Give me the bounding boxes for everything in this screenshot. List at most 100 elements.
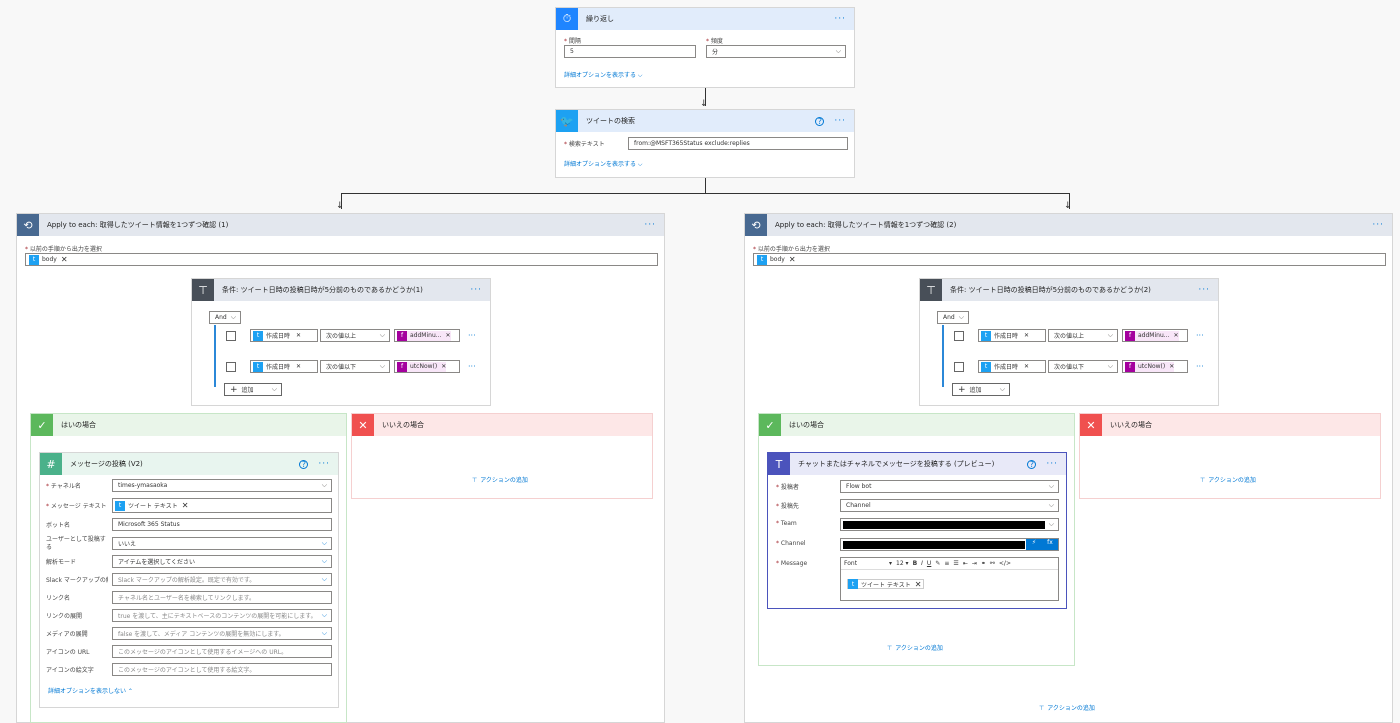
row-checkbox[interactable]: [954, 362, 964, 372]
yes1-header[interactable]: ✓ はいの場合: [31, 414, 346, 436]
row-checkbox[interactable]: [954, 331, 964, 341]
more-options-icon[interactable]: ···: [468, 362, 476, 371]
advanced-options-link[interactable]: 詳細オプションを表示する ⌵: [564, 70, 642, 80]
select-output-input[interactable]: t body ✕: [25, 253, 658, 266]
row1-left-operand[interactable]: t 作成日時 ✕: [250, 329, 318, 342]
outdent-icon[interactable]: ⇤: [963, 560, 968, 567]
add-action-button[interactable]: ⊤ アクションの追加: [1200, 475, 1256, 484]
and-select[interactable]: And ⌵: [209, 311, 241, 324]
more-options-icon[interactable]: ···: [468, 331, 476, 340]
hide-advanced-link[interactable]: 詳細オプションを表示しない ⌃: [48, 686, 133, 695]
indent-icon[interactable]: ⇥: [972, 560, 977, 567]
icon-emoji-input[interactable]: このメッセージのアイコンとして使用する絵文字。: [112, 663, 332, 676]
add-action-button[interactable]: ⊤ アクションの追加: [887, 643, 943, 652]
condition2-header[interactable]: ⊤ 条件: ツイート日時の投稿日時が5分前のものであるかどうか(2) ···: [920, 279, 1218, 301]
font-select[interactable]: Font ▾: [844, 560, 892, 567]
row2-left-operand[interactable]: t 作成日時 ✕: [250, 360, 318, 373]
as-user-select[interactable]: いいえ ⌵: [112, 537, 332, 550]
close-icon[interactable]: ✕: [1024, 363, 1029, 370]
condition1-header[interactable]: ⊤ 条件: ツイート日時の投稿日時が5分前のものであるかどうか(1) ···: [192, 279, 490, 301]
row1-operator-select[interactable]: 次の値以上 ⌵: [320, 329, 390, 342]
font-size-select[interactable]: 12 ▾: [896, 560, 909, 567]
row1-left-operand[interactable]: t 作成日時 ✕: [978, 329, 1046, 342]
poster-select[interactable]: Flow bot ⌵: [840, 480, 1059, 493]
close-icon[interactable]: ✕: [296, 363, 301, 370]
recurrence-header[interactable]: ⏱ 繰り返し ···: [556, 8, 854, 30]
italic-icon[interactable]: I: [921, 560, 923, 567]
icon-url-input[interactable]: このメッセージのアイコンとして使用するイメージへの URL。: [112, 645, 332, 658]
row2-operator-select[interactable]: 次の値以下 ⌵: [320, 360, 390, 373]
numbered-list-icon[interactable]: ≡: [944, 560, 949, 567]
close-icon[interactable]: ✕: [182, 501, 189, 510]
row2-operator-select[interactable]: 次の値以下 ⌵: [1048, 360, 1118, 373]
post-in-select[interactable]: Channel ⌵: [840, 499, 1059, 512]
help-icon[interactable]: ?: [1027, 459, 1037, 469]
more-options-icon[interactable]: ···: [1196, 331, 1204, 340]
parse-mode-select[interactable]: アイテムを選択してください ⌵: [112, 555, 332, 568]
and-select[interactable]: And ⌵: [937, 311, 969, 324]
more-options-icon[interactable]: ···: [318, 459, 338, 469]
slack-header[interactable]: # メッセージの投稿 (V2) ? ···: [40, 453, 338, 475]
more-options-icon[interactable]: ···: [644, 220, 664, 230]
close-icon[interactable]: ✕: [1173, 332, 1178, 339]
close-icon[interactable]: ✕: [441, 363, 446, 370]
row2-left-operand[interactable]: t 作成日時 ✕: [978, 360, 1046, 373]
close-icon[interactable]: ✕: [61, 255, 68, 264]
pen-icon[interactable]: ✎: [935, 560, 940, 567]
close-icon[interactable]: ✕: [1024, 332, 1029, 339]
close-icon[interactable]: ✕: [789, 255, 796, 264]
advanced-options-link[interactable]: 詳細オプションを表示する ⌵: [564, 159, 642, 169]
row2-right-operand[interactable]: f utcNow() ✕: [1122, 360, 1188, 373]
bold-icon[interactable]: B: [913, 560, 918, 567]
more-options-icon[interactable]: ···: [1372, 220, 1392, 230]
more-options-icon[interactable]: ···: [1196, 362, 1204, 371]
help-icon[interactable]: ?: [815, 116, 825, 126]
close-icon[interactable]: ✕: [296, 332, 301, 339]
select-output-input[interactable]: t body ✕: [753, 253, 1386, 266]
bot-name-input[interactable]: Microsoft 365 Status: [112, 518, 332, 531]
channel-select[interactable]: times-ymasaoka ⌵: [112, 479, 332, 492]
loop2-header[interactable]: ⟲ Apply to each: 取得したツイート情報を1つずつ確認 (2) ·…: [745, 214, 1392, 236]
frequency-select[interactable]: 分 ⌵: [706, 45, 846, 58]
bullet-list-icon[interactable]: ☰: [953, 560, 958, 567]
search-text-input[interactable]: from:@MSFT365Status exclude:replies: [628, 137, 848, 150]
help-icon[interactable]: ?: [299, 459, 309, 469]
close-icon[interactable]: ✕: [445, 332, 450, 339]
row-checkbox[interactable]: [226, 362, 236, 372]
row1-right-operand[interactable]: f addMinu... ✕: [394, 329, 460, 342]
bottom-add-action-button[interactable]: ⊤ アクションの追加: [1039, 703, 1095, 712]
row-checkbox[interactable]: [226, 331, 236, 341]
message-text-input[interactable]: t ツイート テキスト ✕: [112, 498, 332, 513]
code-icon[interactable]: </>: [999, 560, 1011, 567]
teams-header[interactable]: T チャットまたはチャネルでメッセージを投稿する (プレビュー) ? ···: [768, 453, 1066, 475]
yes2-header[interactable]: ✓ はいの場合: [759, 414, 1074, 436]
close-icon[interactable]: ✕: [915, 580, 922, 589]
add-row-button[interactable]: + 追加 ⌵: [224, 383, 282, 396]
more-options-icon[interactable]: ···: [1046, 459, 1066, 469]
more-options-icon[interactable]: ···: [470, 285, 490, 295]
mrkdwn-select[interactable]: Slack マークアップの解析設定。既定で有効です。 ⌵: [112, 573, 332, 586]
search-header[interactable]: 🐦 ツイートの検索 ? ···: [556, 110, 854, 132]
no2-header[interactable]: ✕ いいえの場合: [1080, 414, 1380, 436]
row1-right-operand[interactable]: f addMinu... ✕: [1122, 329, 1188, 342]
more-options-icon[interactable]: ···: [1198, 285, 1218, 295]
more-options-icon[interactable]: ···: [834, 116, 854, 126]
more-options-icon[interactable]: ···: [834, 14, 854, 24]
row2-right-operand[interactable]: f utcNow() ✕: [394, 360, 460, 373]
unfurl-links-select[interactable]: true を渡して、主にテキストベースのコンテンツの展開を可能にします。 ⌵: [112, 609, 332, 622]
dynamic-content-icon[interactable]: ⚡: [1026, 539, 1042, 550]
add-row-button[interactable]: + 追加 ⌵: [952, 383, 1010, 396]
row1-operator-select[interactable]: 次の値以上 ⌵: [1048, 329, 1118, 342]
link-names-input[interactable]: チャネル名とユーザー名を検索してリンクします。: [112, 591, 332, 604]
channel-select[interactable]: ⚡ fx: [840, 538, 1059, 551]
close-icon[interactable]: ✕: [1169, 363, 1174, 370]
link-icon[interactable]: ⚭: [981, 560, 986, 567]
interval-input[interactable]: 5: [564, 45, 696, 58]
unfurl-media-select[interactable]: false を渡して、メディア コンテンツの展開を無効にします。 ⌵: [112, 627, 332, 640]
no1-header[interactable]: ✕ いいえの場合: [352, 414, 652, 436]
message-editor[interactable]: Font ▾ 12 ▾ BIU ✎ ≡ ☰ ⇤ ⇥ ⚭ ⚯ </> t ツイート テキスト ✕: [840, 557, 1059, 601]
fx-icon[interactable]: fx: [1042, 539, 1058, 550]
add-action-button[interactable]: ⊤ アクションの追加: [472, 475, 528, 484]
team-select[interactable]: ⌵: [840, 518, 1059, 531]
underline-icon[interactable]: U: [927, 560, 931, 567]
